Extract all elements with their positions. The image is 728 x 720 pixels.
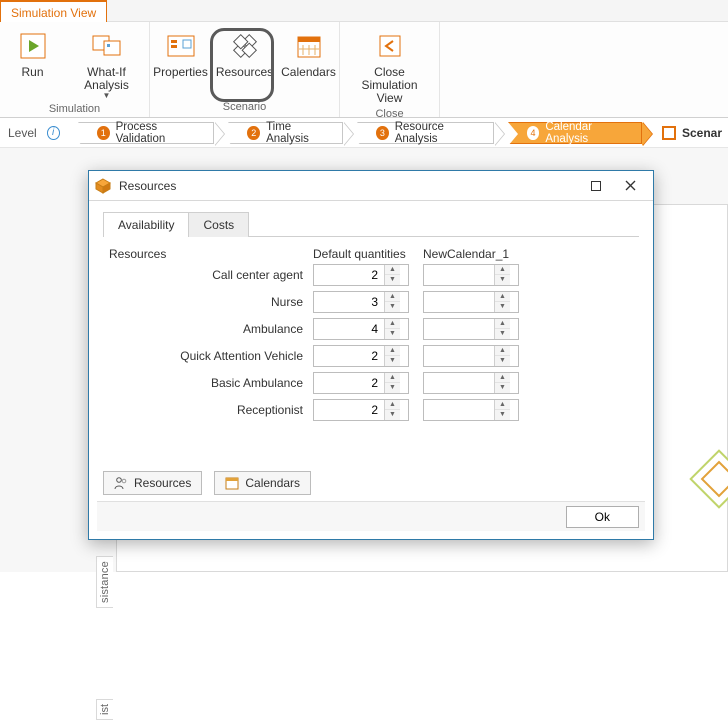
calendar-qty-input[interactable]: ▲▼	[423, 345, 519, 367]
properties-button[interactable]: Properties	[149, 26, 213, 79]
col-default-quantities: Default quantities	[313, 247, 423, 261]
spinner-buttons[interactable]: ▲▼	[384, 400, 400, 420]
person-icon	[114, 476, 128, 490]
default-qty-input[interactable]: ▲▼	[313, 345, 409, 367]
resource-row: Call center agent ▲▼ ▲▼	[103, 261, 639, 288]
spinner-buttons[interactable]: ▲▼	[384, 373, 400, 393]
spinner-buttons[interactable]: ▲▼	[494, 319, 510, 339]
default-qty-input[interactable]: ▲▼	[313, 264, 409, 286]
spinner-buttons[interactable]: ▲▼	[494, 346, 510, 366]
resource-row: Receptionist ▲▼ ▲▼	[103, 396, 639, 423]
dialog-titlebar[interactable]: Resources	[89, 171, 653, 201]
play-icon	[17, 30, 49, 62]
calendar-qty-input[interactable]: ▲▼	[423, 264, 519, 286]
whatif-icon	[91, 30, 123, 62]
spinner-buttons[interactable]: ▲▼	[384, 319, 400, 339]
spinner-buttons[interactable]: ▲▼	[494, 373, 510, 393]
scenario-button[interactable]: Scenar	[656, 124, 728, 142]
calendar-icon	[293, 30, 325, 62]
scenario-icon	[662, 126, 676, 140]
level-bar: Level i 1Process Validation 2Time Analys…	[0, 118, 728, 148]
spinner-buttons[interactable]: ▲▼	[494, 400, 510, 420]
default-qty-input[interactable]: ▲▼	[313, 399, 409, 421]
properties-label: Properties	[153, 66, 208, 79]
maximize-button[interactable]	[579, 175, 613, 197]
col-resources: Resources	[103, 247, 313, 261]
run-label: Run	[21, 66, 43, 79]
group-simulation-label: Simulation	[49, 101, 100, 119]
resource-name: Receptionist	[103, 403, 313, 417]
close-button[interactable]	[613, 175, 647, 197]
tab-strip: Simulation View	[0, 0, 728, 22]
default-qty-input[interactable]: ▲▼	[313, 372, 409, 394]
whatif-button[interactable]: What-If Analysis ▼	[65, 26, 149, 101]
ribbon: Run What-If Analysis ▼ Simulation Proper…	[0, 22, 728, 118]
default-qty-input[interactable]: ▲▼	[313, 318, 409, 340]
resource-row: Nurse ▲▼ ▲▼	[103, 288, 639, 315]
dropdown-icon: ▼	[103, 92, 111, 101]
lane-label-2: ist	[96, 699, 113, 720]
whatif-label: What-If Analysis	[65, 66, 149, 92]
close-icon	[374, 30, 406, 62]
col-newcalendar: NewCalendar_1	[423, 247, 533, 261]
calendar-qty-input[interactable]: ▲▼	[423, 291, 519, 313]
calendar-qty-input[interactable]: ▲▼	[423, 372, 519, 394]
spinner-buttons[interactable]: ▲▼	[494, 265, 510, 285]
properties-icon	[165, 30, 197, 62]
resource-name: Call center agent	[103, 268, 313, 282]
grid-header: Resources Default quantities NewCalendar…	[103, 247, 639, 261]
close-sim-button[interactable]: Close Simulation View	[348, 26, 432, 106]
resource-name: Quick Attention Vehicle	[103, 349, 313, 363]
resources-dialog: Resources Availability Costs Resources D…	[88, 170, 654, 540]
resource-name: Nurse	[103, 295, 313, 309]
step-process-validation[interactable]: 1Process Validation	[78, 122, 214, 144]
step-calendar-analysis[interactable]: 4Calendar Analysis	[508, 122, 642, 144]
tab-simulation-view[interactable]: Simulation View	[0, 0, 107, 22]
resource-rows: Call center agent ▲▼ ▲▼ Nurse ▲▼ ▲▼ Ambulance ▲…	[103, 261, 639, 423]
ok-button[interactable]: Ok	[566, 506, 639, 528]
info-icon[interactable]: i	[47, 126, 60, 140]
calendars-label: Calendars	[281, 66, 336, 79]
spinner-buttons[interactable]: ▲▼	[494, 292, 510, 312]
level-label: Level	[8, 126, 37, 140]
spinner-buttons[interactable]: ▲▼	[384, 265, 400, 285]
spinner-buttons[interactable]: ▲▼	[384, 346, 400, 366]
tab-availability[interactable]: Availability	[103, 212, 189, 237]
dialog-title: Resources	[119, 179, 579, 193]
close-label: Close Simulation View	[348, 66, 432, 106]
step-resource-analysis[interactable]: 3Resource Analysis	[357, 122, 494, 144]
dialog-tabs: Availability Costs	[103, 211, 639, 237]
resource-name: Ambulance	[103, 322, 313, 336]
calendar-qty-input[interactable]: ▲▼	[423, 399, 519, 421]
calendar-small-icon	[225, 476, 239, 490]
highlight-ring	[210, 28, 274, 102]
calendar-qty-input[interactable]: ▲▼	[423, 318, 519, 340]
spinner-buttons[interactable]: ▲▼	[384, 292, 400, 312]
resources-footer-button[interactable]: Resources	[103, 471, 202, 495]
calendars-footer-button[interactable]: Calendars	[214, 471, 311, 495]
step-time-analysis[interactable]: 2Time Analysis	[228, 122, 343, 144]
resource-row: Ambulance ▲▼ ▲▼	[103, 315, 639, 342]
resource-row: Basic Ambulance ▲▼ ▲▼	[103, 369, 639, 396]
app-icon	[95, 178, 111, 194]
resource-name: Basic Ambulance	[103, 376, 313, 390]
calendars-button[interactable]: Calendars	[277, 26, 341, 79]
dialog-footer: Ok	[97, 501, 645, 531]
run-button[interactable]: Run	[1, 26, 65, 79]
resource-row: Quick Attention Vehicle ▲▼ ▲▼	[103, 342, 639, 369]
lane-label-1: sistance	[96, 556, 113, 608]
default-qty-input[interactable]: ▲▼	[313, 291, 409, 313]
tab-costs[interactable]: Costs	[188, 212, 249, 237]
